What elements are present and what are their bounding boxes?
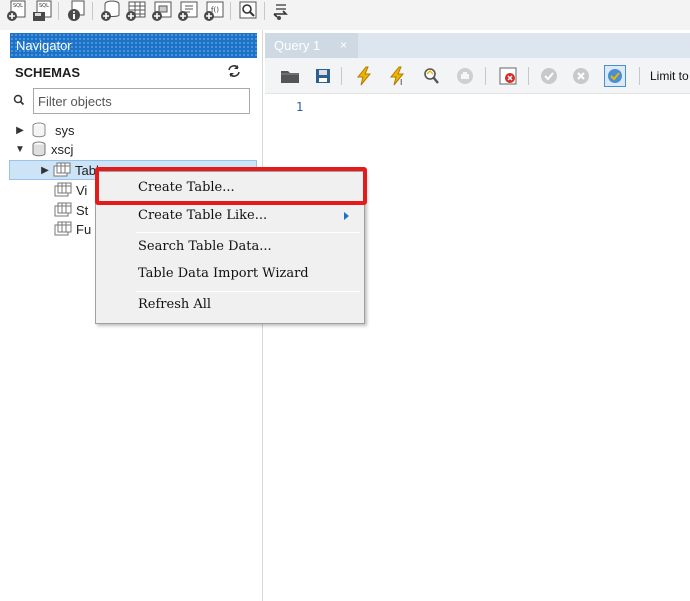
database-icon <box>32 141 46 157</box>
query-toolbar: I Limit to <box>265 58 690 94</box>
open-sql-file-icon[interactable]: SQL <box>30 0 54 22</box>
tab-strip <box>358 33 690 58</box>
create-procedure-icon[interactable] <box>176 0 200 22</box>
expand-arrow-icon[interactable]: ▶ <box>15 125 25 136</box>
filter-objects-input[interactable] <box>33 88 250 114</box>
context-menu: Create Table... Create Table Like... Sea… <box>95 171 365 324</box>
create-schema-icon[interactable] <box>98 0 122 22</box>
toggle-continue-on-error-icon[interactable] <box>497 65 519 87</box>
schemas-label: SCHEMAS <box>15 65 81 80</box>
tree-item-sys[interactable]: ▶ sys <box>15 121 75 139</box>
functions-folder-icon <box>54 221 72 236</box>
sql-badge-2: SQL <box>39 3 49 9</box>
tab-label: Query 1 <box>274 38 321 53</box>
views-folder-icon <box>54 182 72 197</box>
create-table-icon[interactable] <box>124 0 148 22</box>
menu-item-create-table[interactable]: Create Table... <box>138 178 235 198</box>
tree-item-functions[interactable]: Fu <box>54 220 91 238</box>
sql-badge-1: SQL <box>13 3 23 9</box>
tree-item-label: xscj <box>51 141 74 157</box>
close-icon[interactable]: × <box>340 33 347 58</box>
autocommit-toggle-icon[interactable] <box>604 65 626 87</box>
tree-item-label: St <box>76 202 89 218</box>
tree-item-stored-procedures[interactable]: St <box>54 201 88 219</box>
submenu-arrow-icon <box>344 212 349 220</box>
rollback-icon[interactable] <box>570 65 592 87</box>
save-icon[interactable] <box>312 65 334 87</box>
tree-item-label: Vi <box>76 182 88 198</box>
new-sql-tab-icon[interactable]: SQL <box>4 0 28 22</box>
refresh-schemas-icon[interactable] <box>226 64 242 81</box>
search-table-data-icon[interactable] <box>236 0 260 22</box>
stop-icon[interactable] <box>454 65 476 87</box>
menu-separator <box>136 291 360 292</box>
collapse-arrow-icon[interactable]: ▼ <box>15 144 25 155</box>
tree-item-label: sys <box>55 122 75 138</box>
menu-separator <box>136 232 360 233</box>
search-icon <box>13 94 25 109</box>
execute-icon[interactable] <box>353 65 375 87</box>
execute-current-icon[interactable]: I <box>387 65 409 87</box>
query-tab-bar: Query 1 × <box>265 30 690 58</box>
limit-rows-label[interactable]: Limit to <box>650 69 689 83</box>
explain-icon[interactable] <box>420 65 442 87</box>
create-view-icon[interactable] <box>150 0 174 22</box>
open-folder-icon[interactable] <box>279 65 301 87</box>
table-folder-icon <box>53 162 71 177</box>
tree-item-xscj[interactable]: ▼ xscj <box>15 140 73 158</box>
main-toolbar: SQL SQL f() <box>0 0 690 30</box>
tab-query-1[interactable]: Query 1 × <box>265 33 358 58</box>
tree-item-views[interactable]: Vi <box>54 181 87 199</box>
create-function-icon[interactable]: f() <box>202 0 226 22</box>
procedures-folder-icon <box>54 202 72 217</box>
commit-icon[interactable] <box>538 65 560 87</box>
menu-item-table-data-import-wizard[interactable]: Table Data Import Wizard <box>138 264 309 284</box>
database-icon <box>32 122 46 138</box>
reconnect-icon[interactable] <box>270 0 294 22</box>
line-number: 1 <box>296 100 304 114</box>
menu-item-search-table-data[interactable]: Search Table Data... <box>138 237 272 257</box>
tree-item-label: Fu <box>76 221 92 237</box>
svg-text:I: I <box>400 78 402 86</box>
menu-item-create-table-like[interactable]: Create Table Like... <box>138 206 267 226</box>
info-icon[interactable] <box>64 0 88 22</box>
menu-item-refresh-all[interactable]: Refresh All <box>138 295 211 315</box>
navigator-header: Navigator <box>10 33 257 58</box>
expand-arrow-icon[interactable]: ▶ <box>40 165 50 176</box>
